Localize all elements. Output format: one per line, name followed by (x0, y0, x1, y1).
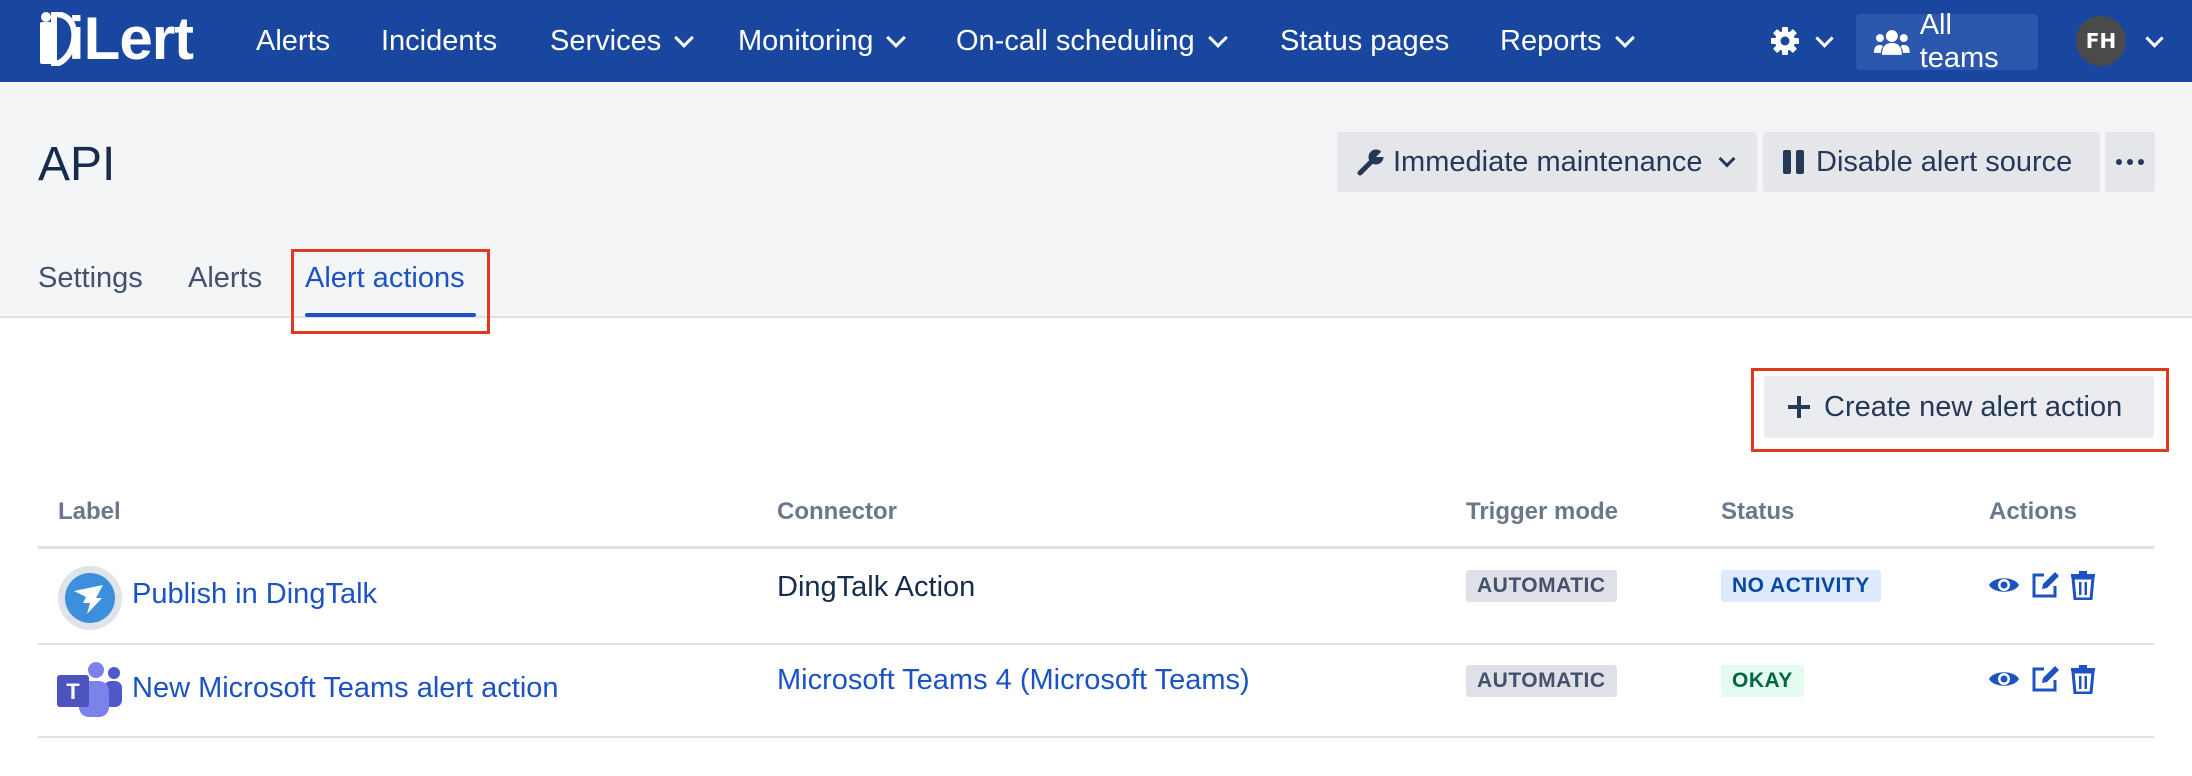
nav-reports[interactable]: Reports (1500, 0, 1635, 82)
all-teams-button[interactable]: All teams (1856, 9, 2038, 74)
delete-trash-icon[interactable] (2070, 570, 2096, 600)
column-header-trigger-mode: Trigger mode (1466, 498, 1619, 525)
plus-icon (1788, 396, 1810, 418)
tab-settings-label: Settings (38, 262, 143, 294)
row-actions (1988, 570, 2096, 600)
nav-incidents[interactable]: Incidents (381, 0, 497, 82)
chevron-down-icon (1815, 28, 1834, 48)
delete-trash-icon[interactable] (2070, 664, 2096, 694)
logo-text: iLert (68, 5, 194, 72)
nav-incidents-label: Incidents (381, 24, 498, 57)
more-options-button[interactable] (2105, 132, 2155, 192)
row-label-link[interactable]: New Microsoft Teams alert action (132, 672, 559, 705)
status-badge: NO ACTIVITY (1721, 570, 1881, 602)
ilert-logo[interactable]: iLert (36, 5, 194, 72)
nav-monitoring-label: Monitoring (738, 24, 874, 57)
nav-on-call-scheduling[interactable]: On-call scheduling (956, 0, 1228, 82)
disable-alert-source-button[interactable]: Disable alert source (1763, 132, 2100, 192)
svg-text:T: T (66, 679, 80, 704)
view-eye-icon[interactable] (1988, 573, 2020, 597)
chevron-down-icon (1718, 150, 1735, 168)
status-badge: OKAY (1721, 665, 1804, 697)
top-navbar: iLert Alerts Incidents Services Monitori… (0, 0, 2192, 82)
nav-services-label: Services (550, 24, 662, 57)
immediate-maintenance-button[interactable]: Immediate maintenance (1337, 132, 1757, 192)
chevron-down-icon (1614, 28, 1635, 48)
nav-status-pages[interactable]: Status pages (1280, 0, 1449, 82)
column-header-label: Label (58, 498, 121, 525)
nav-monitoring[interactable]: Monitoring (738, 0, 907, 82)
nav-alerts[interactable]: Alerts (256, 0, 330, 82)
tab-alerts[interactable]: Alerts (188, 262, 262, 295)
immediate-maintenance-label: Immediate maintenance (1393, 145, 1703, 178)
row-label-link[interactable]: Publish in DingTalk (132, 578, 377, 611)
chevron-down-icon (1207, 28, 1228, 48)
nav-alerts-label: Alerts (256, 24, 331, 57)
avatar: FH (2076, 16, 2126, 66)
row-divider (38, 736, 2154, 738)
edit-icon[interactable] (2030, 664, 2060, 694)
nav-reports-label: Reports (1500, 24, 1602, 57)
nav-services[interactable]: Services (550, 0, 695, 82)
wrench-icon (1357, 149, 1384, 176)
disable-alert-source-label: Disable alert source (1816, 145, 2073, 178)
tab-highlight-box (291, 249, 490, 334)
column-header-actions: Actions (1989, 498, 2078, 525)
chevron-down-icon (886, 28, 907, 48)
chevron-down-icon (674, 28, 695, 48)
row-connector: DingTalk Action (777, 571, 976, 603)
row-connector-link[interactable]: Microsoft Teams 4 (Microsoft Teams) (777, 664, 1250, 697)
more-horizontal-icon (2116, 159, 2144, 165)
create-new-alert-action-button[interactable]: Create new alert action (1764, 376, 2154, 438)
pause-icon (1783, 150, 1804, 174)
table-header-divider (38, 546, 2154, 549)
microsoft-teams-icon: T (57, 662, 122, 717)
nav-on-call-scheduling-label: On-call scheduling (956, 24, 1195, 57)
nav-status-pages-label: Status pages (1280, 24, 1450, 57)
column-header-status: Status (1721, 498, 1795, 525)
settings-menu[interactable] (1770, 20, 1834, 62)
trigger-mode-badge: AUTOMATIC (1466, 665, 1617, 697)
dingtalk-icon (58, 566, 122, 630)
tab-alerts-label: Alerts (188, 262, 263, 294)
row-divider (38, 643, 2154, 645)
create-new-alert-action-label: Create new alert action (1824, 390, 2123, 423)
tab-settings[interactable]: Settings (38, 262, 143, 295)
user-menu[interactable]: FH (2076, 16, 2164, 66)
row-actions (1988, 664, 2096, 694)
users-icon (1874, 30, 1910, 55)
edit-icon[interactable] (2030, 570, 2060, 600)
trigger-mode-badge: AUTOMATIC (1466, 570, 1617, 602)
column-header-connector: Connector (777, 498, 897, 525)
chevron-down-icon (2145, 28, 2164, 48)
page-title: API (38, 138, 116, 191)
all-teams-label: All teams (1919, 9, 1999, 74)
gear-icon (1771, 27, 1799, 55)
view-eye-icon[interactable] (1988, 667, 2020, 691)
